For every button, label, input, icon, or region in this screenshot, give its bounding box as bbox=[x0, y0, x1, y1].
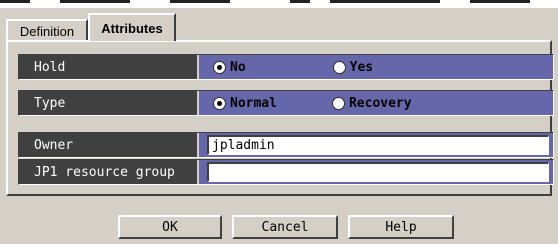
type-recovery-label: Recovery bbox=[348, 95, 412, 111]
jp1-resource-group-row: JP1 resource group bbox=[18, 159, 554, 185]
owner-value-cell: jpladmin bbox=[199, 133, 553, 157]
jp1-resource-group-value-cell bbox=[199, 160, 553, 184]
type-row: Type Normal Recovery bbox=[18, 90, 554, 116]
ok-button-label: OK bbox=[162, 219, 178, 235]
attributes-dialog: Definition Attributes Hold No Yes Type N… bbox=[0, 7, 558, 244]
hold-label: Hold bbox=[19, 55, 199, 79]
radio-unchecked-icon bbox=[332, 60, 346, 74]
cancel-button[interactable]: Cancel bbox=[232, 215, 338, 239]
type-recovery-radio[interactable]: Recovery bbox=[331, 95, 412, 111]
help-button-label: Help bbox=[385, 219, 417, 235]
hold-yes-radio[interactable]: Yes bbox=[332, 59, 374, 75]
owner-label: Owner bbox=[19, 133, 199, 157]
tab-attributes[interactable]: Attributes bbox=[88, 13, 176, 41]
type-label: Type bbox=[19, 91, 199, 115]
radio-checked-icon bbox=[213, 96, 226, 110]
hold-yes-label: Yes bbox=[349, 59, 374, 75]
tab-definition-label: Definition bbox=[19, 23, 75, 39]
owner-row: Owner jpladmin bbox=[18, 132, 554, 158]
cancel-button-label: Cancel bbox=[261, 219, 309, 235]
hold-no-label: No bbox=[230, 59, 246, 75]
tab-definition[interactable]: Definition bbox=[6, 19, 88, 41]
clipped-top-edge bbox=[0, 0, 558, 7]
jp1-resource-group-field[interactable] bbox=[207, 162, 549, 182]
help-button[interactable]: Help bbox=[348, 215, 454, 239]
radio-checked-icon bbox=[213, 60, 226, 74]
type-options: Normal Recovery bbox=[199, 91, 553, 115]
type-normal-radio[interactable]: Normal bbox=[213, 96, 277, 111]
page: Definition Attributes Hold No Yes Type N… bbox=[0, 0, 558, 244]
tab-attributes-label: Attributes bbox=[101, 20, 163, 36]
hold-options: No Yes bbox=[199, 55, 553, 79]
tab-panel: Hold No Yes Type Normal Recovery Owner j… bbox=[6, 40, 554, 196]
type-normal-label: Normal bbox=[230, 95, 277, 111]
radio-unchecked-icon bbox=[331, 96, 345, 110]
ok-button[interactable]: OK bbox=[118, 215, 222, 239]
owner-field[interactable]: jpladmin bbox=[207, 135, 549, 155]
hold-row: Hold No Yes bbox=[18, 54, 554, 80]
jp1-resource-group-label: JP1 resource group bbox=[19, 160, 199, 184]
hold-no-radio[interactable]: No bbox=[213, 60, 246, 75]
